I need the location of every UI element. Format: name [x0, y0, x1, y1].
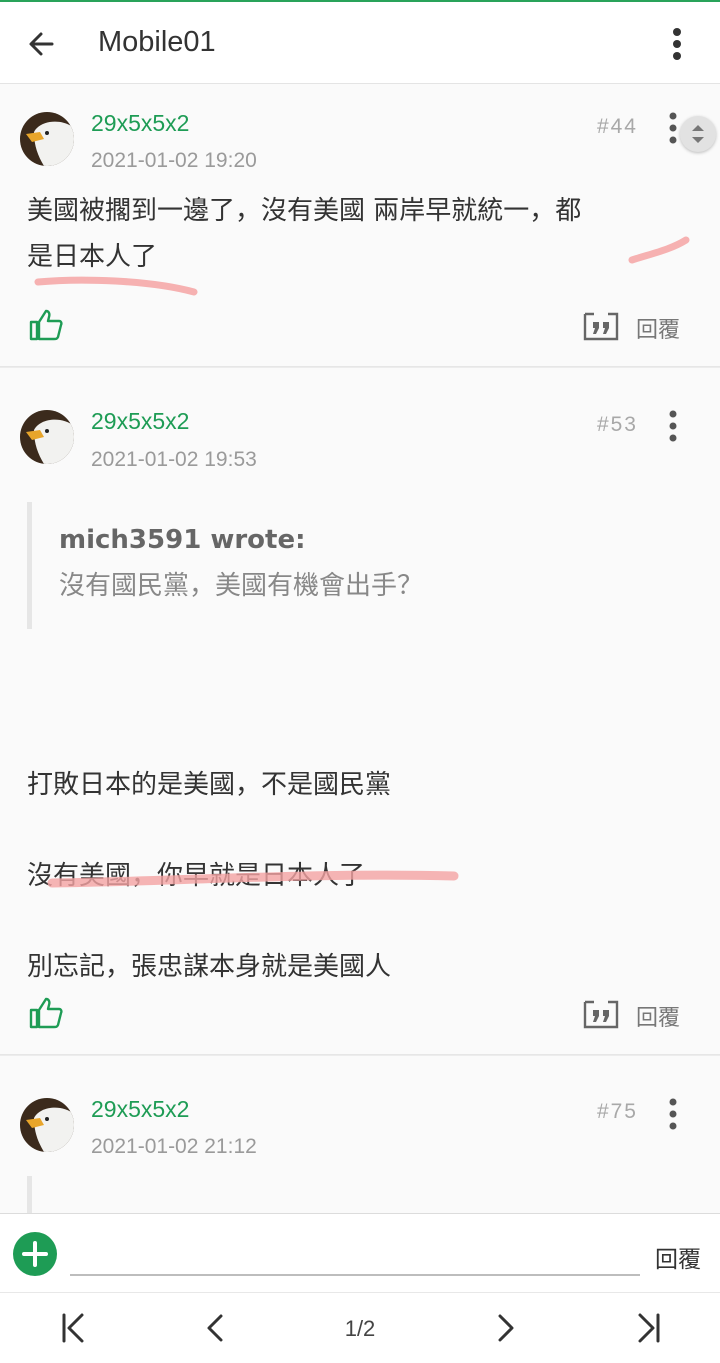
thumbs-up-icon[interactable] — [28, 996, 64, 1030]
eagle-avatar-image — [20, 410, 74, 464]
post-date: 2021-01-02 19:20 — [91, 149, 257, 172]
reply-feed[interactable]: 29x5x5x2 2021-01-02 19:20 #44 美國被擱到一邊了，沒… — [0, 84, 720, 1213]
quote-icon — [583, 312, 619, 341]
page-indicator: 1/2 — [344, 1316, 376, 1341]
post-body-line: 是日本人了 — [27, 242, 158, 272]
more-vertical-icon[interactable] — [662, 406, 684, 446]
post-date: 2021-01-02 21:12 — [91, 1135, 257, 1158]
post-body: 美國被擱到一邊了，沒有美國 兩岸早就統一，都 是日本人了 — [27, 188, 692, 280]
post-floor-number: #44 — [596, 115, 638, 138]
quoted-reply: mich3591 wrote: 沒有國民黨，美國有機會出手？ — [27, 502, 667, 629]
reply-button[interactable]: 回覆 — [582, 310, 692, 344]
post-card: 29x5x5x2 2021-01-02 19:53 #53 mich3591 w… — [0, 367, 720, 1055]
reply-composer: 回覆 — [0, 1213, 720, 1293]
post-username[interactable]: 29x5x5x2 — [91, 408, 189, 435]
more-vertical-icon[interactable] — [662, 1094, 684, 1134]
avatar[interactable] — [20, 112, 74, 166]
quote-bar — [27, 1176, 32, 1213]
avatar[interactable] — [20, 1098, 74, 1152]
post-username[interactable]: 29x5x5x2 — [91, 110, 189, 137]
arrow-left-icon[interactable] — [22, 26, 62, 62]
pagination-bar: 1/2 — [0, 1293, 720, 1363]
post-body-line: 美國被擱到一邊了，沒有美國 兩岸早就統一，都 — [27, 196, 582, 226]
avatar[interactable] — [20, 410, 74, 464]
post-card: 29x5x5x2 2021-01-02 21:12 #75 — [0, 1055, 720, 1213]
post-body-line: 沒有美國，你早就是日本人了 — [27, 861, 366, 891]
eagle-avatar-image — [20, 112, 74, 166]
post-date: 2021-01-02 19:53 — [91, 448, 257, 471]
reply-button[interactable]: 回覆 — [582, 998, 692, 1032]
app-title: Mobile01 — [98, 26, 216, 58]
prev-page-icon[interactable] — [201, 1311, 231, 1345]
post-floor-number: #53 — [596, 413, 638, 436]
first-page-icon[interactable] — [58, 1311, 88, 1345]
post-floor-number: #75 — [596, 1100, 638, 1123]
reply-input[interactable] — [70, 1234, 640, 1276]
reply-label: 回覆 — [636, 1006, 681, 1031]
post-username[interactable]: 29x5x5x2 — [91, 1096, 189, 1123]
reply-label: 回覆 — [636, 318, 681, 343]
quote-icon — [583, 1000, 619, 1029]
next-page-icon[interactable] — [490, 1311, 520, 1345]
scroll-handle-icon[interactable] — [680, 116, 716, 152]
quote-author[interactable]: mich3591 wrote: — [59, 518, 667, 562]
post-card: 29x5x5x2 2021-01-02 19:20 #44 美國被擱到一邊了，沒… — [0, 84, 720, 367]
app-bar: Mobile01 — [0, 0, 720, 84]
last-page-icon[interactable] — [634, 1311, 664, 1345]
post-body-line: 打敗日本的是美國，不是國民黨 — [27, 770, 392, 800]
plus-icon[interactable] — [13, 1232, 57, 1276]
send-reply-button[interactable]: 回覆 — [655, 1240, 701, 1274]
post-body: 打敗日本的是美國，不是國民黨 沒有美國，你早就是日本人了 別忘記，張忠謀本身就是… — [27, 740, 692, 1013]
more-vertical-icon[interactable] — [662, 24, 692, 64]
quote-text: 沒有國民黨，美國有機會出手？ — [59, 571, 424, 601]
eagle-avatar-image — [20, 1098, 74, 1152]
thumbs-up-icon[interactable] — [28, 308, 64, 342]
